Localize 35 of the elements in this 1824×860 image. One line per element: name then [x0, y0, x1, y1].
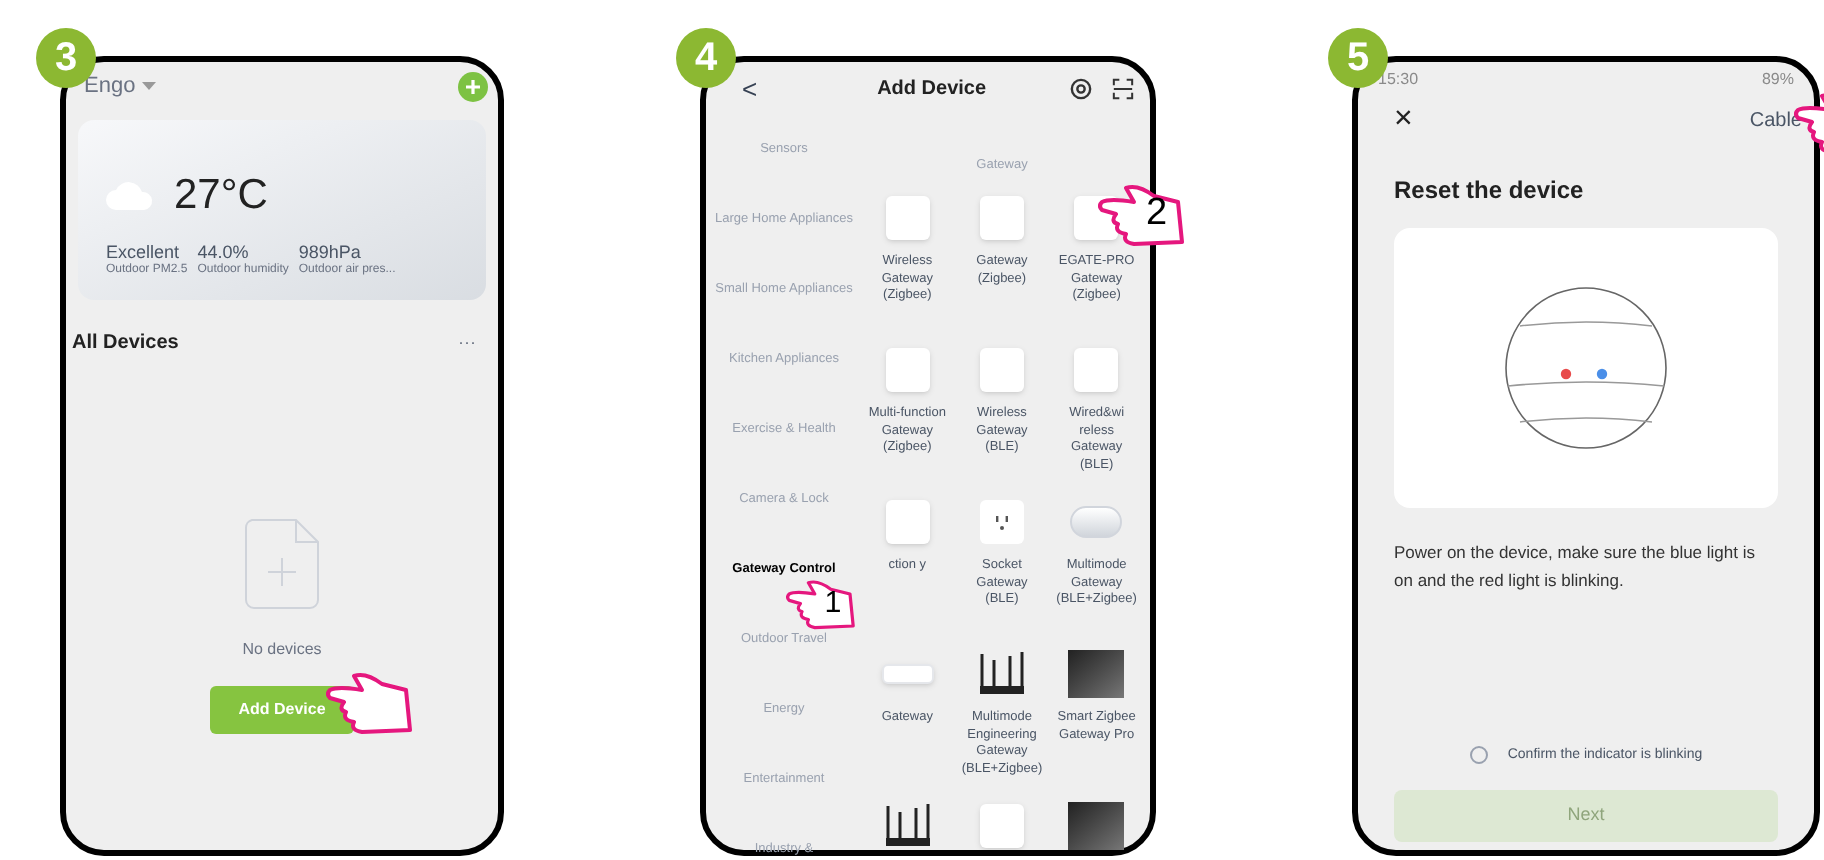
device-image: [885, 196, 930, 241]
battery-level: 89%: [1761, 68, 1794, 92]
back-button[interactable]: <: [742, 70, 758, 109]
device-image: [979, 348, 1024, 393]
stat-value: Excellent: [106, 242, 182, 263]
status-time: 15:30: [1378, 68, 1419, 92]
device-image: [1070, 506, 1123, 539]
device-image: [1068, 802, 1125, 851]
device-image: [979, 804, 1024, 849]
device-image: [979, 196, 1024, 241]
step-number: 1: [824, 587, 842, 618]
section-title: All Devices: [72, 329, 179, 358]
close-button[interactable]: ×: [1394, 104, 1413, 136]
caret-icon: [141, 82, 156, 91]
device-image: [885, 348, 930, 393]
more-menu[interactable]: ···: [458, 329, 476, 356]
scan-icon[interactable]: [1112, 78, 1134, 101]
pointing-hand-icon: [326, 669, 418, 738]
device-image: [1074, 348, 1119, 393]
device-image: [881, 664, 934, 685]
screen-title: Add Device: [877, 76, 987, 105]
temperature: 27°C: [174, 169, 268, 221]
stat-value: 44.0%: [197, 242, 251, 263]
step-badge: 4: [676, 28, 736, 88]
instruction-text: Power on the device, make sure the blue light is on and the red light is blinking.: [1394, 540, 1757, 594]
empty-file-icon: [244, 517, 320, 610]
screen-title: Reset the device: [1394, 174, 1586, 208]
socket-image: [979, 500, 1024, 545]
home-name[interactable]: Engo: [84, 70, 136, 103]
confirm-radio[interactable]: [1469, 746, 1488, 765]
empty-message: No devices: [242, 637, 322, 662]
stat-value: 989hPa: [298, 242, 363, 263]
step-number: 2: [1146, 194, 1168, 232]
device-image: [885, 500, 930, 545]
device-image: [1068, 650, 1125, 699]
